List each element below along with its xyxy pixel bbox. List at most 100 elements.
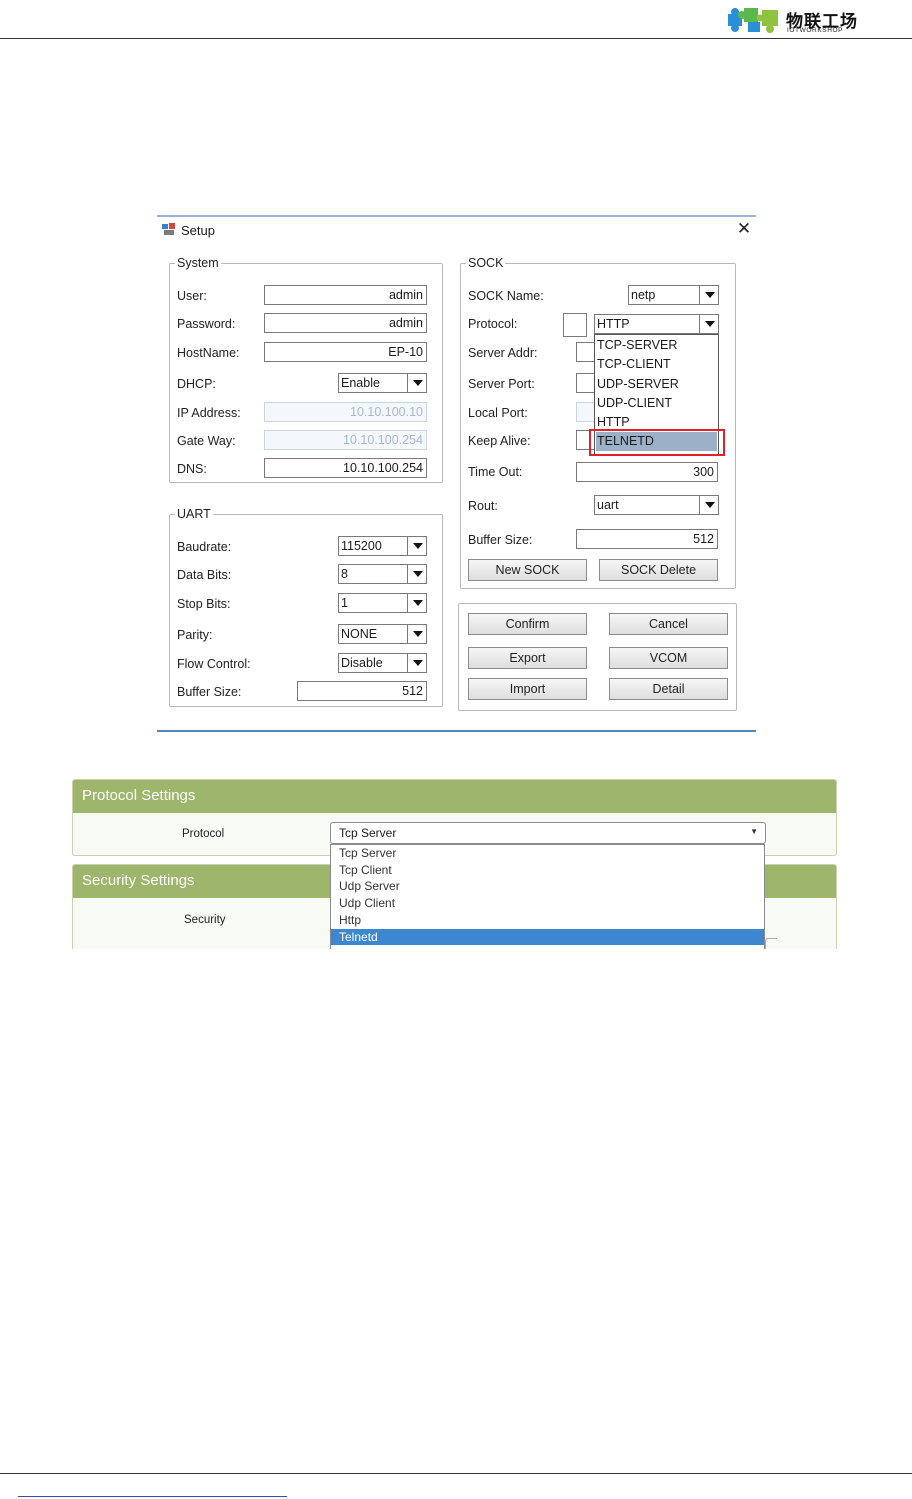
uart-buffer-label: Buffer Size:	[177, 685, 242, 699]
sock-name-value: netp	[631, 288, 656, 302]
user-input[interactable]: admin	[264, 285, 427, 305]
dns-input[interactable]: 10.10.100.254	[264, 458, 427, 478]
baudrate-value: 115200	[341, 539, 382, 553]
baudrate-select[interactable]: 115200	[338, 536, 427, 556]
dhcp-select[interactable]: Enable	[338, 373, 427, 393]
protocol-settings-title: Protocol Settings	[73, 780, 836, 813]
protocol-label: Protocol:	[468, 317, 518, 331]
uart-buffer-input[interactable]: 512	[297, 681, 427, 701]
protocol-option-tcp-server[interactable]: TCP-SERVER	[597, 338, 677, 352]
server-addr-label: Server Addr:	[468, 346, 538, 360]
ip-address-input[interactable]: 10.10.100.10	[264, 402, 427, 422]
export-button[interactable]: Export	[468, 647, 587, 669]
web-settings: Protocol Settings Protocol Tcp Server ▼ …	[68, 776, 844, 949]
vcom-button[interactable]: VCOM	[609, 647, 728, 669]
chevron-down-icon[interactable]	[407, 565, 426, 583]
protocol-select[interactable]: HTTP	[594, 314, 719, 334]
app-icon	[162, 223, 175, 235]
dns-label: DNS:	[177, 462, 207, 476]
dhcp-value: Enable	[341, 376, 380, 390]
keep-alive-label: Keep Alive:	[468, 434, 531, 448]
parity-value: NONE	[341, 627, 378, 641]
rout-label: Rout:	[468, 499, 498, 513]
chevron-down-icon[interactable]	[699, 286, 718, 304]
user-label: User:	[177, 289, 207, 303]
cancel-button[interactable]: Cancel	[609, 613, 728, 635]
footer-link-underline[interactable]	[18, 1496, 287, 1497]
web-option-udp-client[interactable]: Udp Client	[331, 895, 764, 911]
protocol-option-tcp-client[interactable]: TCP-CLIENT	[597, 357, 671, 371]
flow-control-select[interactable]: Disable	[338, 653, 427, 673]
web-protocol-label: Protocol	[182, 828, 225, 840]
gateway-input[interactable]: 10.10.100.254	[264, 430, 427, 450]
logo-en-text: IOTWORKSHOP	[787, 27, 844, 34]
stopbits-value: 1	[341, 596, 348, 610]
timeout-input[interactable]: 300	[576, 462, 718, 482]
caret-down-icon[interactable]: ▼	[750, 827, 758, 836]
local-port-label: Local Port:	[468, 406, 528, 420]
chevron-down-icon[interactable]	[699, 496, 718, 514]
security-select-edge	[765, 938, 777, 949]
chevron-down-icon[interactable]	[407, 594, 426, 612]
hostname-label: HostName:	[177, 346, 240, 360]
databits-value: 8	[341, 567, 348, 581]
protocol-option-udp-server[interactable]: UDP-SERVER	[597, 377, 679, 391]
detail-button[interactable]: Detail	[609, 678, 728, 700]
flow-control-value: Disable	[341, 656, 383, 670]
chevron-down-icon[interactable]	[407, 654, 426, 672]
rout-value: uart	[597, 498, 619, 512]
confirm-button[interactable]: Confirm	[468, 613, 587, 635]
web-protocol-dropdown: Tcp Server Tcp Client Udp Server Udp Cli…	[330, 844, 765, 949]
password-label: Password:	[177, 317, 236, 331]
dialog-title: Setup	[181, 223, 215, 238]
web-option-udp-server[interactable]: Udp Server	[331, 878, 764, 894]
uart-legend: UART	[175, 507, 213, 521]
sock-legend: SOCK	[466, 256, 506, 270]
sock-name-label: SOCK Name:	[468, 289, 544, 303]
web-option-telnetd[interactable]: Telnetd	[331, 929, 764, 945]
chevron-down-icon[interactable]	[407, 374, 426, 392]
import-button[interactable]: Import	[468, 678, 587, 700]
sock-name-select[interactable]: netp	[628, 285, 719, 305]
protocol-checkbox[interactable]	[563, 313, 587, 337]
parity-label: Parity:	[177, 628, 213, 642]
dialog-titlebar: Setup ✕	[157, 217, 756, 243]
sock-buffer-input[interactable]: 512	[576, 529, 718, 549]
footer-rule	[0, 1473, 912, 1474]
parity-select[interactable]: NONE	[338, 624, 427, 644]
system-legend: System	[175, 256, 221, 270]
protocol-option-udp-client[interactable]: UDP-CLIENT	[597, 396, 672, 410]
web-protocol-value: Tcp Server	[339, 826, 397, 840]
rout-select[interactable]: uart	[594, 495, 719, 515]
chevron-down-icon[interactable]	[699, 315, 718, 333]
gateway-label: Gate Way:	[177, 434, 236, 448]
timeout-label: Time Out:	[468, 465, 523, 479]
web-option-tcp-server[interactable]: Tcp Server	[331, 845, 764, 861]
databits-select[interactable]: 8	[338, 564, 427, 584]
password-input[interactable]: admin	[264, 313, 427, 333]
stopbits-select[interactable]: 1	[338, 593, 427, 613]
web-option-http[interactable]: Http	[331, 912, 764, 928]
web-security-label: Security	[184, 914, 226, 926]
dhcp-label: DHCP:	[177, 377, 216, 391]
chevron-down-icon[interactable]	[407, 537, 426, 555]
sock-delete-button[interactable]: SOCK Delete	[599, 559, 718, 581]
web-protocol-select[interactable]: Tcp Server ▼	[330, 822, 766, 844]
new-sock-button[interactable]: New SOCK	[468, 559, 587, 581]
sock-buffer-label: Buffer Size:	[468, 533, 533, 547]
server-port-label: Server Port:	[468, 377, 535, 391]
puzzle-logo-icon	[728, 8, 778, 33]
protocol-option-http[interactable]: HTTP	[597, 415, 630, 429]
hostname-input[interactable]: EP-10	[264, 342, 427, 362]
setup-dialog: Setup ✕ System User: admin Password: adm…	[157, 215, 756, 732]
ip-address-label: IP Address:	[177, 406, 241, 420]
stopbits-label: Stop Bits:	[177, 597, 231, 611]
web-option-tcp-client[interactable]: Tcp Client	[331, 862, 764, 878]
page-header: 物联工场 IOTWORKSHOP	[0, 0, 912, 39]
telnetd-highlight-box	[589, 429, 725, 456]
baudrate-label: Baudrate:	[177, 540, 232, 554]
close-icon[interactable]: ✕	[735, 220, 753, 238]
company-logo: 物联工场 IOTWORKSHOP	[724, 2, 864, 36]
protocol-value: HTTP	[597, 317, 630, 331]
chevron-down-icon[interactable]	[407, 625, 426, 643]
